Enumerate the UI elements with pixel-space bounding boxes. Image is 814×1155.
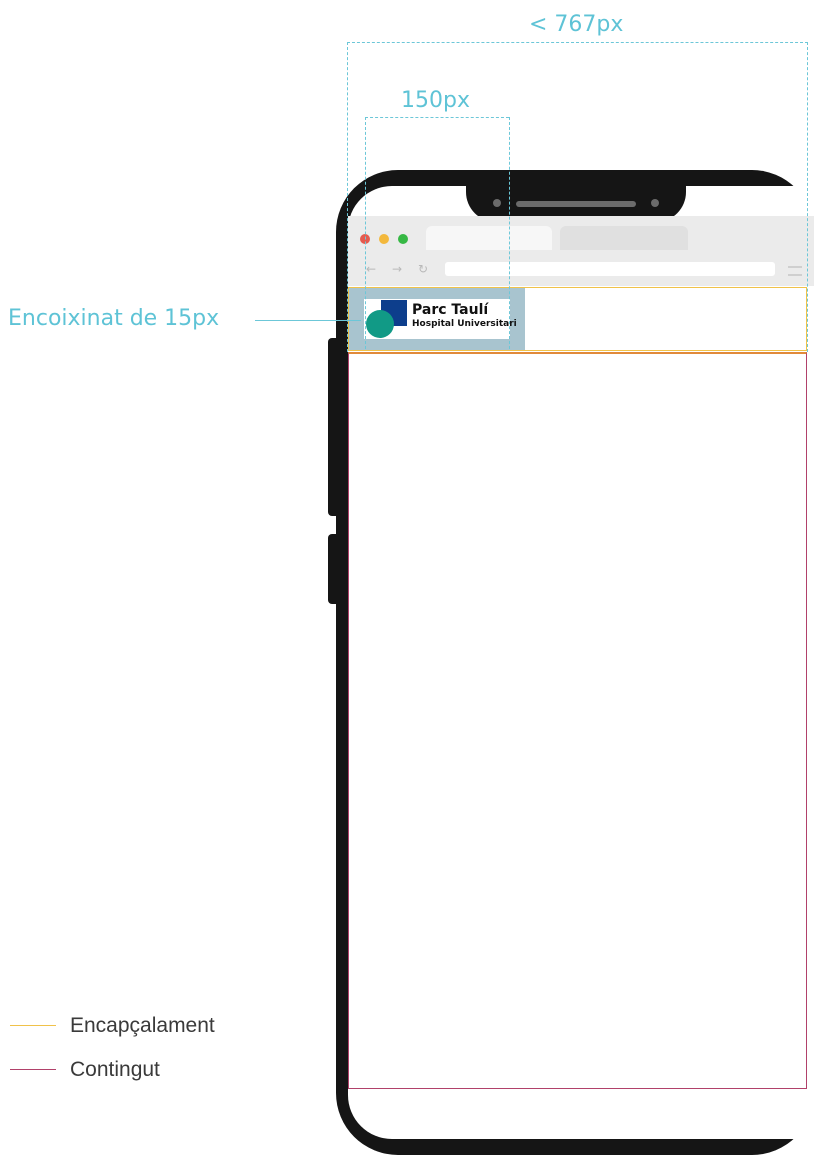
logo-width-bracket-top — [365, 117, 509, 118]
legend-header-label: Encapçalament — [70, 1014, 215, 1037]
window-maximize-dot[interactable] — [398, 234, 408, 244]
padding-leader-line — [255, 320, 361, 321]
forward-arrow-icon[interactable]: → — [392, 262, 402, 276]
window-minimize-dot[interactable] — [379, 234, 389, 244]
front-camera-left — [493, 199, 501, 207]
logo-width-label: 150px — [401, 88, 470, 113]
legend-header-swatch — [10, 1025, 56, 1026]
speaker-grille — [516, 201, 636, 207]
phone-notch — [466, 170, 686, 222]
max-width-bracket-left — [347, 42, 348, 352]
logo-width-bracket-left — [365, 117, 366, 349]
browser-tab-active[interactable] — [426, 226, 552, 250]
back-arrow-icon[interactable]: ← — [366, 262, 376, 276]
legend-content-swatch — [10, 1069, 56, 1070]
content-region — [348, 352, 807, 1089]
logo-green-circle — [366, 310, 394, 338]
browser-tab[interactable] — [560, 226, 688, 250]
browser-menu-icon[interactable] — [788, 266, 802, 276]
logo-subtitle: Hospital Universitari — [412, 319, 517, 329]
front-camera-right — [651, 199, 659, 207]
logo-width-bracket-right — [509, 117, 510, 349]
max-width-bracket-right — [807, 42, 808, 352]
url-bar[interactable] — [445, 262, 775, 276]
max-width-label: < 767px — [529, 12, 624, 37]
reload-icon[interactable]: ↻ — [418, 262, 428, 276]
max-width-bracket-top — [347, 42, 808, 43]
logo-title: Parc Taulí — [412, 302, 489, 318]
legend-content-label: Contingut — [70, 1058, 160, 1081]
padding-label: Encoixinat de 15px — [8, 306, 220, 331]
